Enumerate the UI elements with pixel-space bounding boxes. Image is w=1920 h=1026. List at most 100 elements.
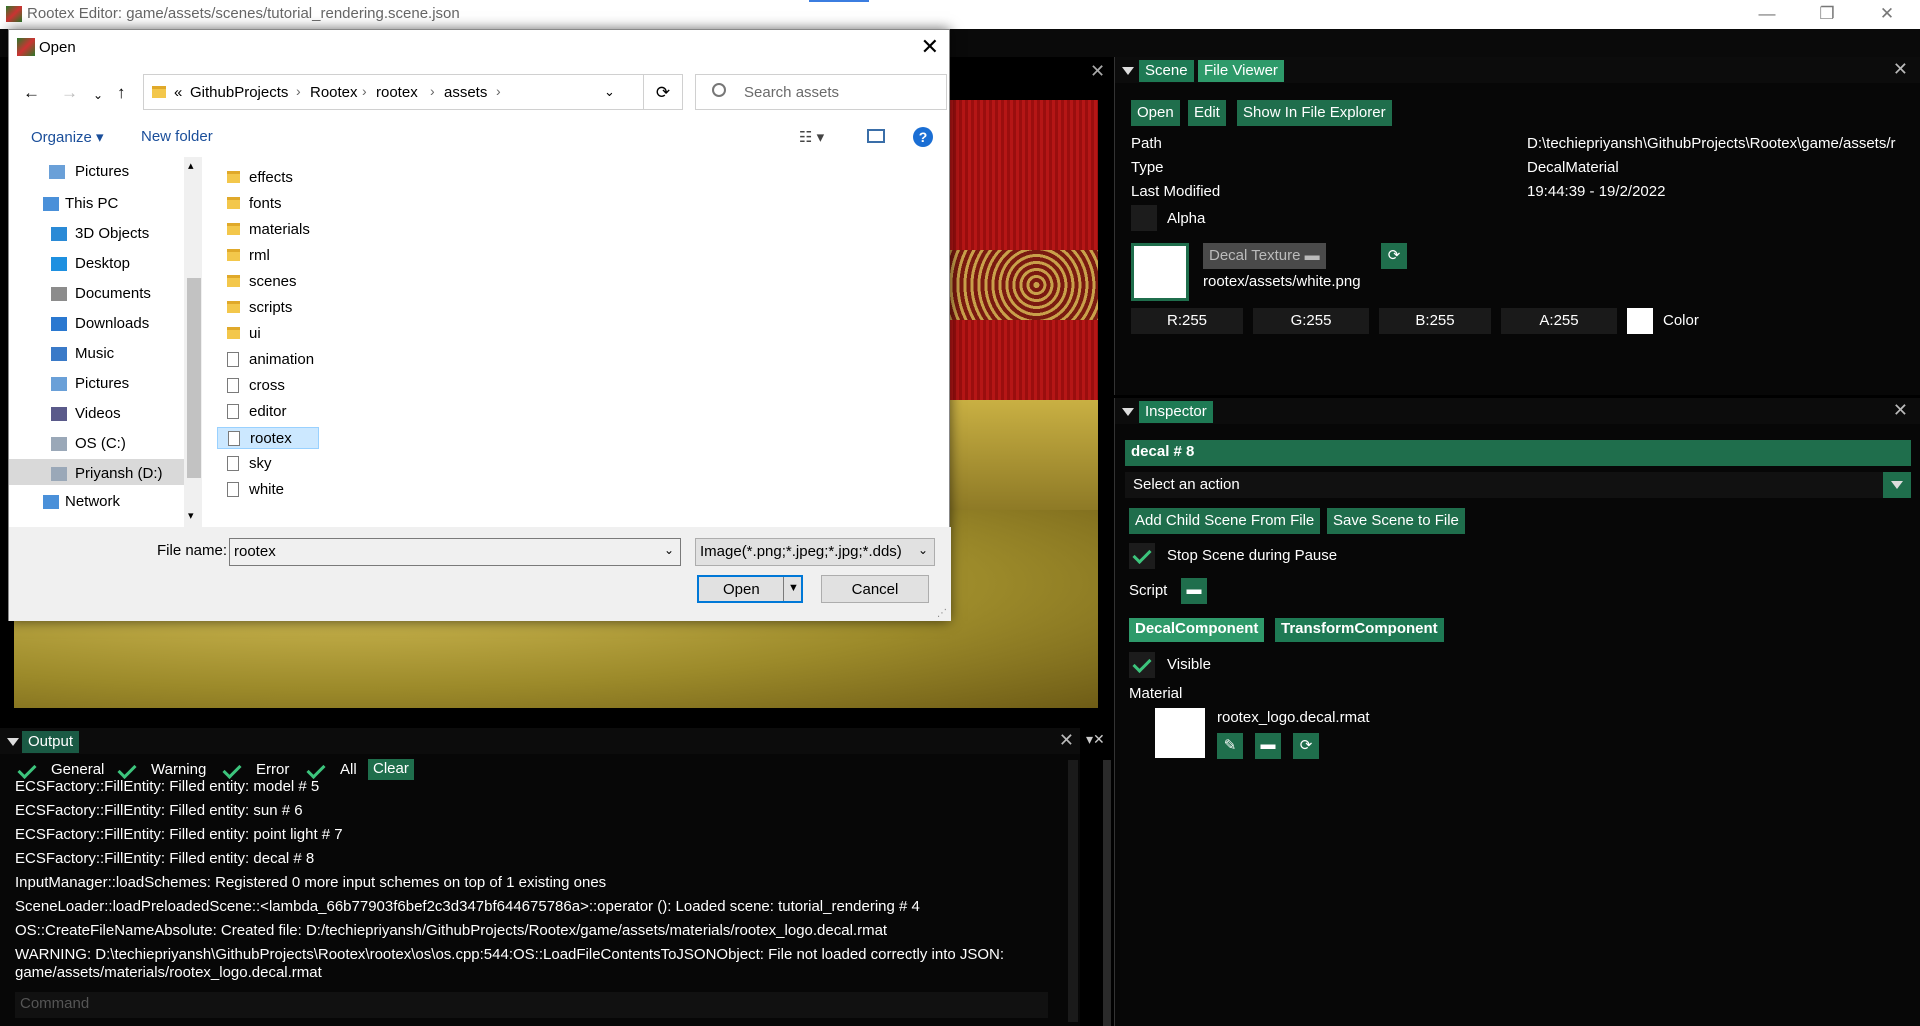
breadcrumb-overflow[interactable]: « [174,84,182,101]
visible-checkbox[interactable] [1129,652,1155,678]
open-button[interactable]: Open [1131,100,1180,126]
restore-button[interactable]: ❐ [1812,4,1842,24]
nav-desktop[interactable]: Desktop [75,255,130,272]
color-b-field[interactable]: B:255 [1379,308,1491,334]
view-options-icon[interactable]: ☷ ▾ [799,128,824,146]
dialog-close-icon[interactable]: ✕ [921,34,939,60]
scroll-up-icon[interactable]: ▴ [188,159,194,172]
tab-transform-component[interactable]: TransformComponent [1275,618,1444,642]
output-scrollbar[interactable] [1068,760,1078,1022]
collapse-triangle-icon[interactable] [1122,408,1134,416]
reload-icon[interactable]: ⟳ [1293,733,1319,759]
address-bar[interactable]: « GithubProjects › Rootex › rootex › ass… [143,74,683,110]
scroll-down-icon[interactable]: ▾ [188,509,194,522]
refresh-icon[interactable]: ⟳ [643,74,683,110]
address-dropdown-icon[interactable]: ⌄ [604,84,615,100]
breadcrumb-assets[interactable]: assets [444,84,487,101]
file-item[interactable]: sky [217,453,276,475]
file-item[interactable]: cross [217,375,289,397]
folder-item[interactable]: fonts [217,193,286,215]
alpha-checkbox[interactable] [1131,205,1157,231]
tab-inspector[interactable]: Inspector [1139,401,1213,423]
file-item-selected[interactable]: rootex [217,427,319,449]
folder-item[interactable]: materials [217,219,314,241]
breadcrumb-rootex-lower[interactable]: rootex [376,84,418,101]
nav-videos[interactable]: Videos [75,405,121,422]
chevron-down-icon[interactable] [1883,472,1911,498]
dock-scrollbar[interactable] [1103,760,1111,1026]
nav-pictures-quick[interactable]: Pictures [75,163,129,180]
add-child-scene-button[interactable]: Add Child Scene From File [1129,508,1321,534]
nav-3d-objects[interactable]: 3D Objects [75,225,149,242]
folder-item[interactable]: rml [217,245,274,267]
help-icon[interactable]: ? [913,127,933,147]
entity-name[interactable]: decal # 8 [1125,440,1911,466]
tab-output[interactable]: Output [22,731,80,753]
up-arrow-icon[interactable]: ↑ [117,83,126,103]
nav-scroll-thumb[interactable] [187,278,201,478]
nav-drive-c[interactable]: OS (C:) [75,435,126,452]
dock-collapse-icon[interactable]: ▾✕ [1086,731,1105,748]
color-swatch[interactable] [1627,308,1653,334]
tab-file-viewer[interactable]: File Viewer [1198,60,1284,82]
inspector-close-icon[interactable]: ✕ [1893,400,1908,421]
folder-item[interactable]: scripts [217,297,296,319]
show-in-explorer-button[interactable]: Show In File Explorer [1237,100,1392,126]
nav-music[interactable]: Music [75,345,114,362]
stop-scene-checkbox[interactable] [1129,543,1155,569]
texture-preview[interactable] [1131,243,1189,301]
organize-menu[interactable]: Organize ▾ [31,128,104,146]
search-box[interactable]: Search assets [695,74,947,110]
decal-texture-button[interactable]: Decal Texture ▬ [1203,243,1326,269]
edit-button[interactable]: Edit [1188,100,1226,126]
file-item[interactable]: white [217,479,288,501]
new-folder-button[interactable]: New folder [141,128,213,145]
chevron-down-icon[interactable]: ⌄ [664,543,674,557]
folder-item[interactable]: effects [217,167,297,189]
open-split-arrow-icon[interactable]: ▼ [788,582,799,594]
nav-this-pc[interactable]: This PC [65,195,118,212]
output-close-icon[interactable]: ✕ [1059,730,1074,751]
nav-pictures[interactable]: Pictures [75,375,129,392]
collapse-triangle-icon[interactable] [7,738,19,746]
file-type-select[interactable]: Image(*.png;*.jpeg;*.jpg;*.dds) ⌄ [695,538,935,566]
cancel-button[interactable]: Cancel [821,575,929,603]
forward-arrow-icon[interactable]: → [61,83,78,103]
nav-drive-d[interactable]: Priyansh (D:) [75,465,163,482]
viewport-close-icon[interactable]: ✕ [1090,61,1105,82]
breadcrumb-githubprojects[interactable]: GithubProjects [190,84,288,101]
back-arrow-icon[interactable]: ← [23,83,40,103]
open-dialog-button[interactable]: Open ▼ [697,575,803,603]
clear-button[interactable]: Clear [368,759,414,780]
collapse-triangle-icon[interactable] [1122,67,1134,75]
color-a-field[interactable]: A:255 [1501,308,1617,334]
save-scene-button[interactable]: Save Scene to File [1327,508,1465,534]
color-r-field[interactable]: R:255 [1131,308,1243,334]
folder-item[interactable]: scenes [217,271,301,293]
nav-documents[interactable]: Documents [75,285,151,302]
breadcrumb-rootex[interactable]: Rootex [310,84,358,101]
command-input[interactable]: Command [15,992,1048,1018]
all-filter-label: All [340,761,357,778]
preview-pane-icon[interactable] [867,129,885,143]
file-name-input[interactable]: rootex ⌄ [229,538,681,566]
material-preview[interactable] [1155,708,1205,758]
nav-downloads[interactable]: Downloads [75,315,149,332]
recent-chevron-icon[interactable]: ⌄ [93,88,103,102]
file-item[interactable]: animation [217,349,318,371]
minimize-button[interactable]: — [1752,4,1782,24]
file-item[interactable]: editor [217,401,291,423]
reload-texture-icon[interactable]: ⟳ [1381,243,1407,269]
nav-network[interactable]: Network [65,493,120,510]
edit-icon[interactable]: ✎ [1217,733,1243,759]
folder-icon[interactable]: ▬ [1181,578,1207,604]
tab-scene[interactable]: Scene [1139,60,1194,82]
resize-grip-icon[interactable]: ⋰ [937,608,947,619]
color-g-field[interactable]: G:255 [1253,308,1369,334]
scene-panel-close-icon[interactable]: ✕ [1893,59,1908,80]
tab-decal-component[interactable]: DecalComponent [1129,618,1265,642]
folder-item[interactable]: ui [217,323,265,345]
close-window-button[interactable]: ✕ [1872,4,1902,24]
folder-icon[interactable]: ▬ [1255,733,1281,759]
action-select[interactable]: Select an action [1125,472,1911,498]
